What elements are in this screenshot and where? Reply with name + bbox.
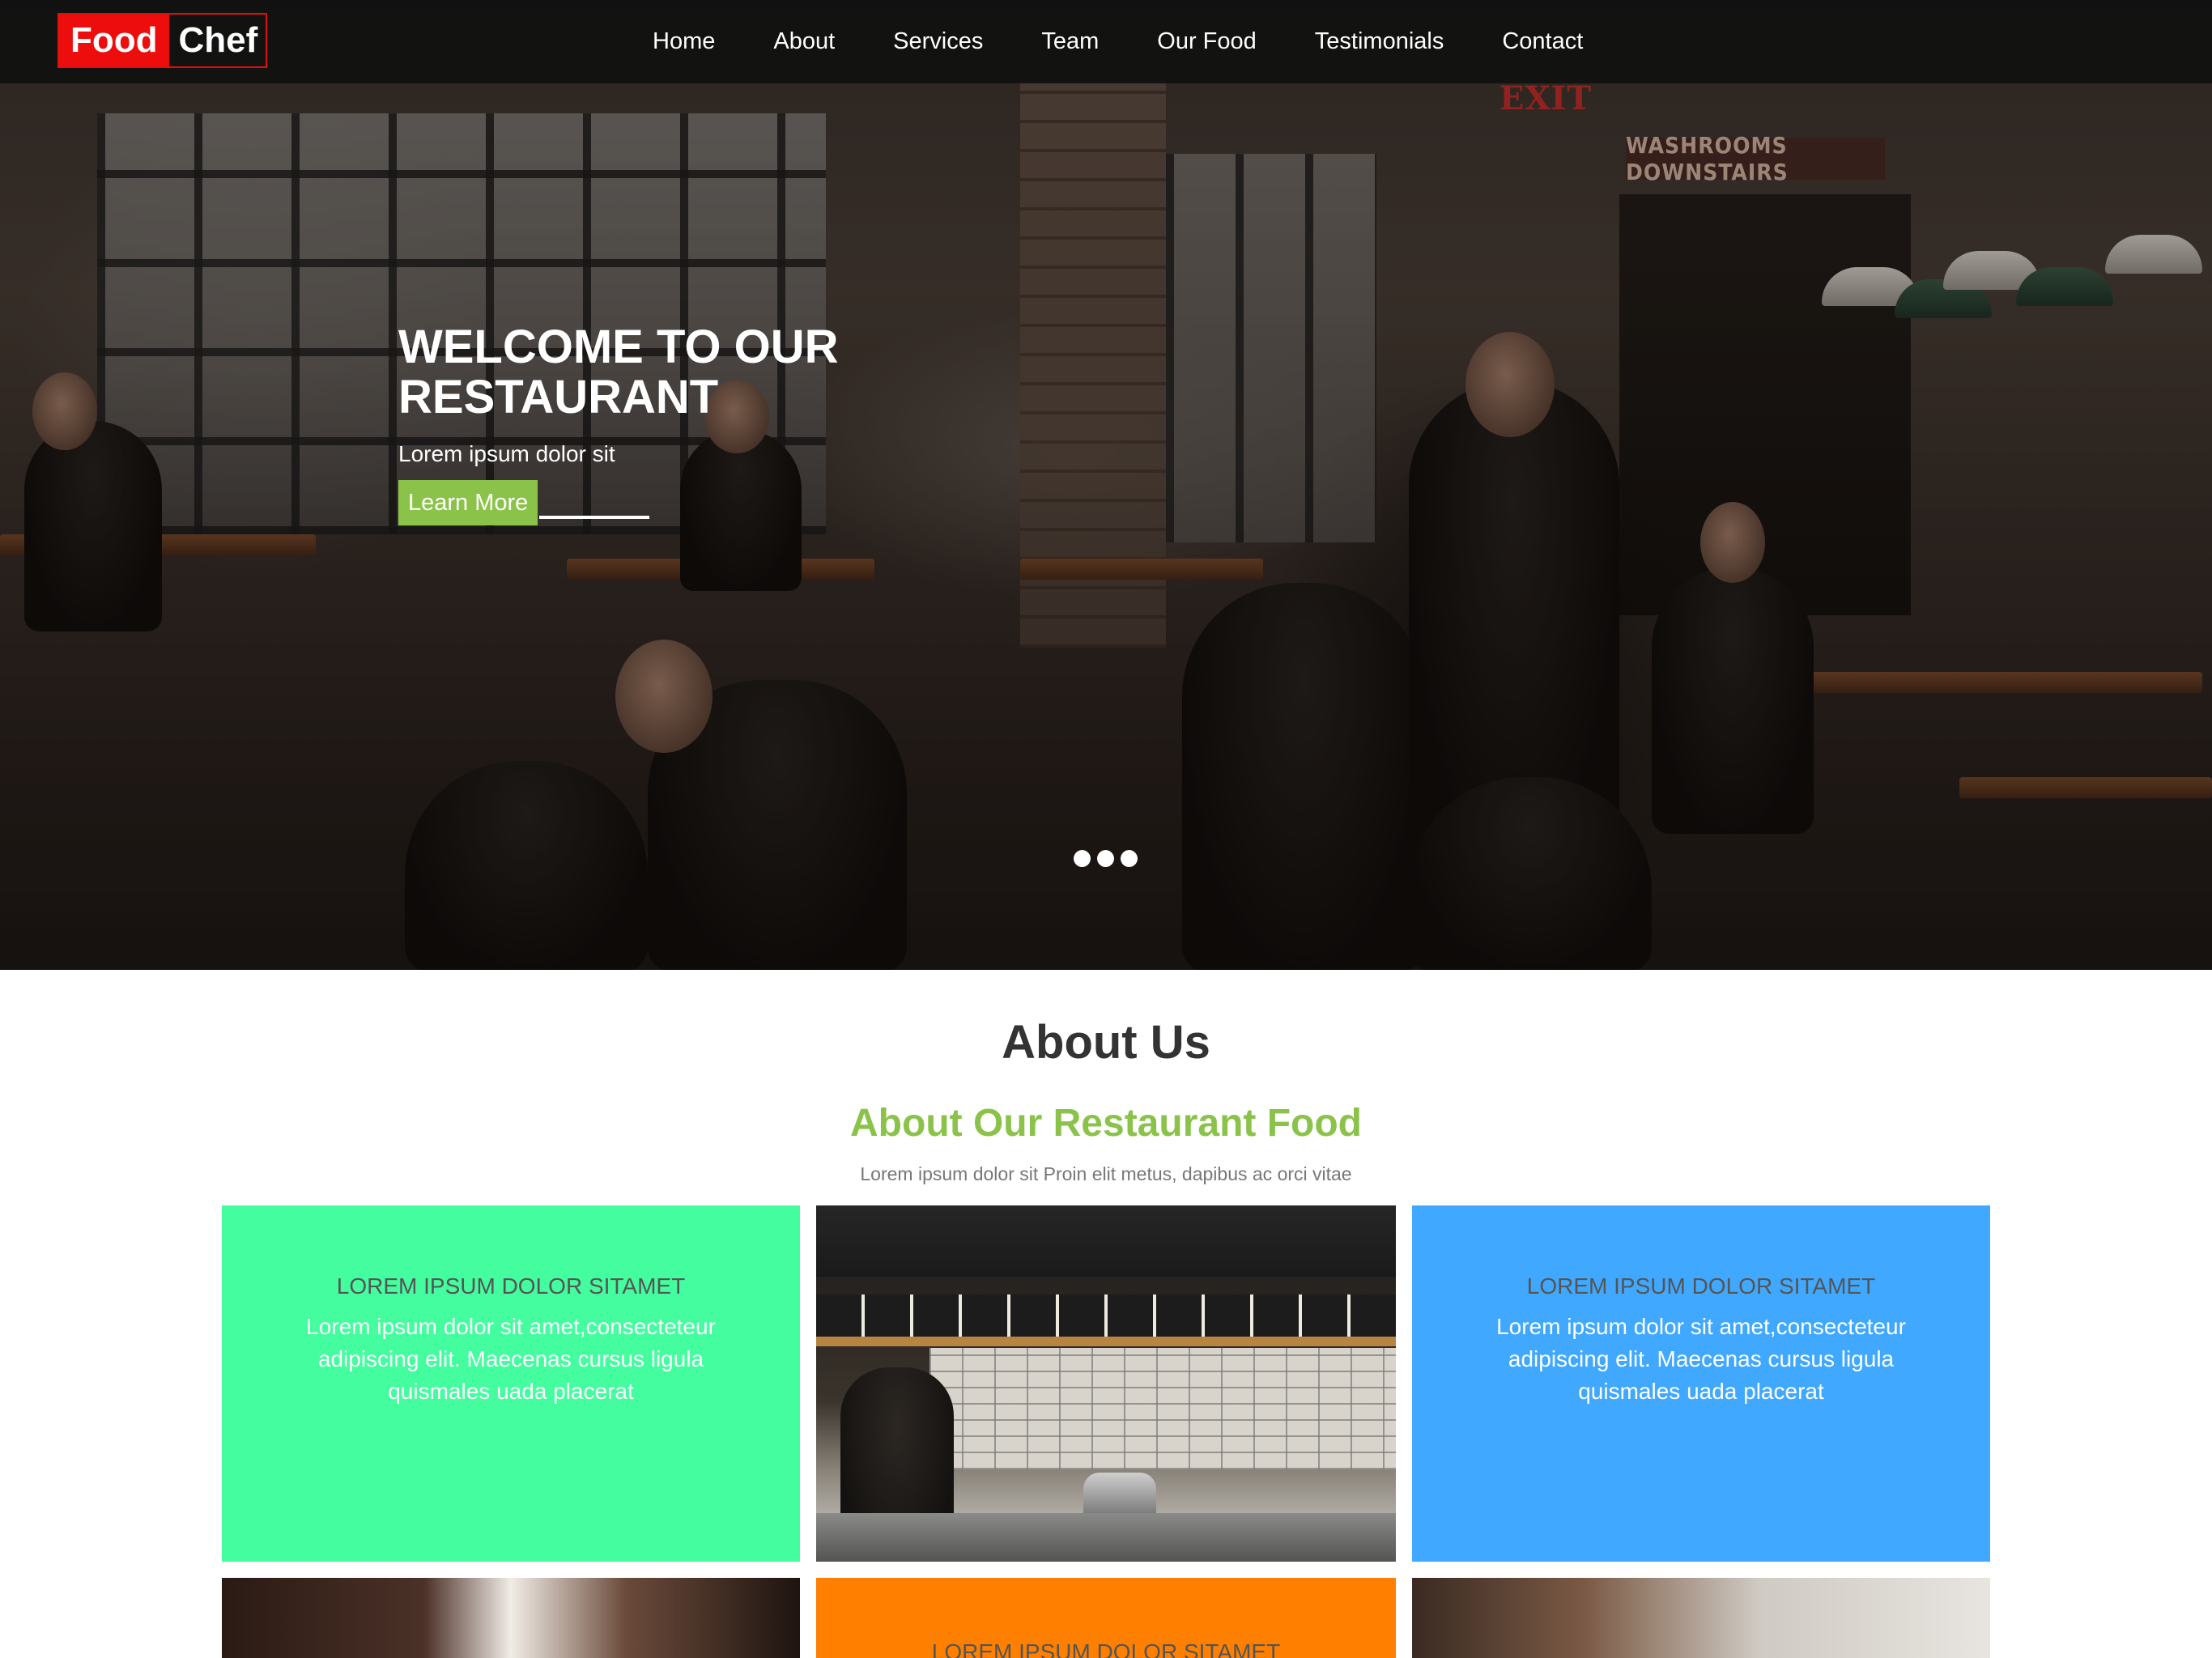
hero-dark-overlay [0, 0, 2212, 970]
about-card-heading: LOREM IPSUM DOLOR SITAMET [1526, 1273, 1876, 1299]
nav-link-testimonials[interactable]: Testimonials [1315, 28, 1444, 55]
carousel-indicators [1074, 850, 1138, 867]
hero-subtitle: Lorem ipsum dolor sit [398, 441, 615, 466]
chalkboard-menu-image [816, 1205, 1396, 1277]
carousel-dot-1[interactable] [1074, 850, 1091, 867]
about-section-description: Lorem ipsum dolor sit Proin elit metus, … [860, 1163, 1352, 1184]
hero-title: WELCOME TO OUR RESTAURANT [398, 321, 839, 423]
about-card-heading: LOREM IPSUM DOLOR SITAMET [931, 1639, 1281, 1658]
hero-banner: EXIT WASHROOMS DOWNSTAIRS [0, 0, 2212, 970]
kitchen-shelf-image [816, 1337, 1396, 1346]
cooking-image [1412, 1578, 1990, 1658]
nav-link-about[interactable]: About [773, 28, 835, 55]
carousel-dot-3[interactable] [1121, 850, 1138, 867]
nav-link-team[interactable]: Team [1041, 28, 1099, 55]
hero-underline-decoration [539, 516, 649, 519]
brand-logo[interactable]: Food Chef [57, 13, 268, 68]
about-card-text: Lorem ipsum dolor sit amet,consecteteur … [1496, 1314, 1906, 1404]
learn-more-button[interactable]: Learn More [398, 480, 538, 525]
menu-cards-image [816, 1295, 1396, 1337]
main-nav: Home About Services Team Our Food Testim… [623, 0, 1612, 83]
nav-link-our-food[interactable]: Our Food [1157, 28, 1257, 55]
about-section-title: About Us [1002, 1016, 1210, 1069]
about-card-blue: LOREM IPSUM DOLOR SITAMET Lorem ipsum do… [1412, 1205, 1990, 1562]
about-card-orange: LOREM IPSUM DOLOR SITAMET [816, 1578, 1396, 1658]
about-card-green: LOREM IPSUM DOLOR SITAMET Lorem ipsum do… [222, 1205, 800, 1562]
brand-logo-food: Food [59, 15, 169, 66]
brand-logo-chef: Chef [178, 20, 258, 60]
about-card-heading: LOREM IPSUM DOLOR SITAMET [336, 1273, 686, 1299]
food-serving-image [222, 1578, 800, 1658]
nav-link-contact[interactable]: Contact [1502, 28, 1583, 55]
top-navbar: Food Chef Home About Services Team Our F… [0, 0, 2212, 83]
nav-link-home[interactable]: Home [653, 28, 715, 55]
kitchen-counter-image [816, 1513, 1396, 1562]
kitchen-image [816, 1205, 1396, 1562]
about-card-text: Lorem ipsum dolor sit amet,consecteteur … [306, 1314, 716, 1404]
carousel-dot-2[interactable] [1097, 850, 1114, 867]
about-section-subtitle: About Our Restaurant Food [850, 1102, 1362, 1145]
nav-link-services[interactable]: Services [893, 28, 983, 55]
kitchen-tiles-image [929, 1348, 1396, 1469]
